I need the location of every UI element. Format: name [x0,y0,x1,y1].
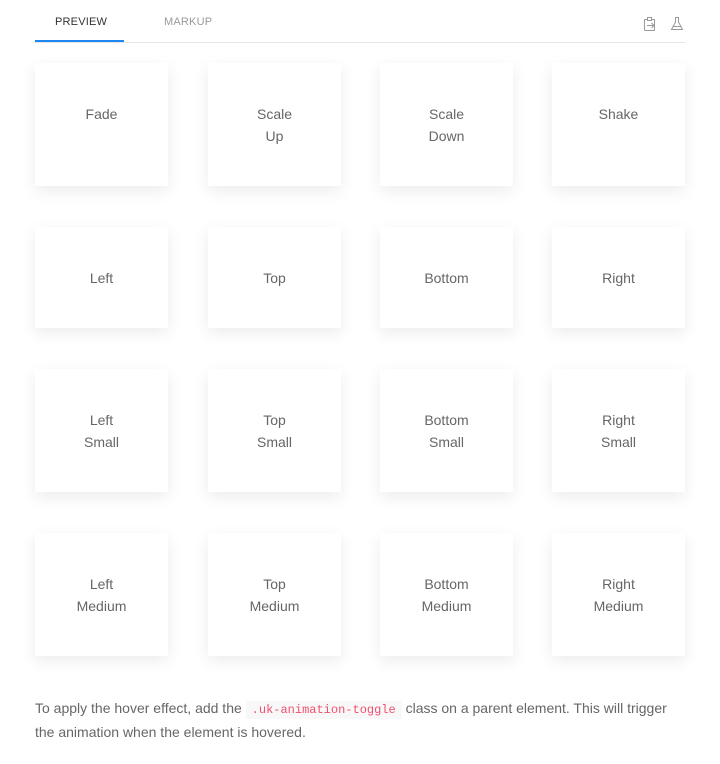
card-label: Left [89,270,114,286]
animation-card-slide-right-small[interactable]: Right Small [552,369,685,492]
card-label: Shake [598,106,639,122]
card-label-second-line: Small [428,434,464,450]
description-text: To apply the hover effect, add the .uk-a… [35,697,675,743]
animation-card-scale-down[interactable]: Scale Down [380,63,513,186]
animation-card-slide-top-medium[interactable]: Top Medium [208,533,341,656]
flask-icon[interactable] [669,16,685,32]
card-label: Bottom [424,576,469,592]
tab-bar: Preview Markup [35,0,685,43]
animation-card-slide-bottom-medium[interactable]: Bottom Medium [380,533,513,656]
animation-card-slide-top[interactable]: Top [208,227,341,328]
animation-card-slide-left-small[interactable]: Left Small [35,369,168,492]
card-label-second-line: Small [256,434,292,450]
animation-card-slide-top-small[interactable]: Top Small [208,369,341,492]
inline-code: .uk-animation-toggle [245,701,402,719]
card-label-second-line: Medium [249,598,300,614]
card-label: Right [602,270,635,286]
copy-to-clipboard-icon[interactable] [642,16,658,32]
card-label: Scale [256,106,293,122]
card-label-second-line: Medium [421,598,472,614]
card-label: Right [602,576,635,592]
card-label: Fade [85,106,118,122]
animation-card-fade[interactable]: Fade [35,63,168,186]
card-label: Bottom [424,270,469,286]
card-label: Bottom [424,412,469,428]
card-label: Top [263,576,286,592]
animation-card-scale-up[interactable]: Scale Up [208,63,341,186]
card-label: Right [602,412,635,428]
active-tab-indicator [35,40,124,42]
card-label: Top [263,412,286,428]
card-label-second-line: Down [428,128,465,144]
tab-markup[interactable]: Markup [164,16,212,28]
animation-card-shake[interactable]: Shake [552,63,685,186]
card-label: Top [263,270,286,286]
card-label-second-line: Up [265,128,284,144]
animation-card-slide-bottom-small[interactable]: Bottom Small [380,369,513,492]
card-label-second-line: Medium [593,598,644,614]
animation-card-slide-left[interactable]: Left [35,227,168,328]
card-label-second-line: Medium [76,598,127,614]
animation-card-slide-right[interactable]: Right [552,227,685,328]
card-label: Left [89,576,114,592]
animation-card-slide-left-medium[interactable]: Left Medium [35,533,168,656]
animation-card-slide-bottom[interactable]: Bottom [380,227,513,328]
card-label-second-line: Small [600,434,636,450]
card-label: Scale [428,106,465,122]
card-label-second-line: Small [83,434,119,450]
tab-preview[interactable]: Preview [55,16,107,28]
card-label: Left [89,412,114,428]
animation-card-slide-right-medium[interactable]: Right Medium [552,533,685,656]
description-before: To apply the hover effect, add the [35,700,246,716]
